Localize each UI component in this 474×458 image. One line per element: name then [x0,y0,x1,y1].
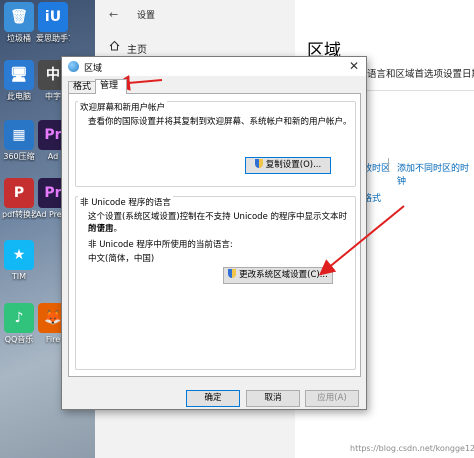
pdf-icon: P [4,178,34,208]
desktop-icon-pdf[interactable]: P pdf转换器 [2,178,36,220]
aisi-icon: iU [38,2,68,32]
region-description: 语言和区域首选项设置日期 [367,69,474,80]
desktop-icon-label: 360压缩 [3,152,35,161]
uac-shield-icon [228,269,237,278]
administrative-panel: 欢迎屏幕和新用户帐户 查看你的国际设置并将其复制到欢迎屏幕、系统帐户和新的用户帐… [68,93,361,377]
desktop: 🗑 垃圾桶 iU 爱思助手7.0 🖥 此电脑 中 中字 ▦ 360压缩 Pr A… [0,0,70,458]
ok-button[interactable]: 确定 [186,390,240,407]
dialog-titlebar[interactable]: 区域 ✕ [62,57,366,76]
desktop-icon-label: TIM [11,272,27,281]
computer-icon: 🖥 [4,60,34,90]
globe-icon [68,61,79,72]
change-timezone-link[interactable]: 改时区 [363,161,390,174]
unicode-group-title: 非 Unicode 程序的语言 [78,196,173,208]
close-icon[interactable]: ✕ [349,59,359,73]
desktop-icon-360zip[interactable]: ▦ 360压缩 [2,120,36,162]
qqmusic-icon: ♪ [4,303,34,333]
change-system-locale-button[interactable]: 更改系统区域设置(C)... [223,267,333,284]
desktop-icon-label: 此电脑 [7,92,31,101]
home-link[interactable]: 主页 [127,41,147,56]
watermark: https://blog.csdn.net/kongge123456 [350,444,474,453]
unicode-description-line2: 的语言。 [88,224,123,234]
unicode-description-line1: 这个设置(系统区域设置)控制在不支持 Unicode 的程序中显示文本时所使用 [88,212,348,234]
welcome-group-title: 欢迎屏幕和新用户帐户 [78,101,168,113]
copy-settings-label: 复制设置(O)... [265,160,322,170]
back-arrow-icon[interactable]: ← [109,8,118,21]
zip-icon: ▦ [4,120,34,150]
current-language-value: 中文(简体，中国) [88,254,155,264]
desktop-icon-aisi[interactable]: iU 爱思助手7.0 [36,2,70,44]
divider [360,90,474,91]
desktop-icon-label: QQ音乐 [4,335,34,344]
change-system-locale-label: 更改系统区域设置(C)... [239,270,328,280]
home-icon[interactable] [109,40,120,54]
divider [388,158,389,172]
desktop-icon-tim[interactable]: ★ TIM [2,240,36,282]
settings-title: 设置 [137,11,156,21]
recycle-bin-icon: 🗑 [4,2,34,32]
cancel-button[interactable]: 取消 [246,390,300,407]
desktop-icon-computer[interactable]: 🖥 此电脑 [2,60,36,102]
welcome-description: 查看你的国际设置并将其复制到欢迎屏幕、系统帐户和新的用户帐户。 [88,117,352,127]
desktop-icon-label: 爱思助手7.0 [36,34,70,43]
dialog-title: 区域 [84,64,103,74]
current-language-label: 非 Unicode 程序中所使用的当前语言: [88,240,233,250]
desktop-icon-recycle[interactable]: 🗑 垃圾桶 [2,2,36,44]
welcome-group: 欢迎屏幕和新用户帐户 查看你的国际设置并将其复制到欢迎屏幕、系统帐户和新的用户帐… [75,101,356,187]
add-clocks-link[interactable]: 添加不同时区的时钟 [397,161,474,187]
tim-icon: ★ [4,240,34,270]
uac-shield-icon [254,159,263,168]
unicode-group: 非 Unicode 程序的语言 这个设置(系统区域设置)控制在不支持 Unico… [75,196,356,370]
desktop-icon-qqmusic[interactable]: ♪ QQ音乐 [2,303,36,345]
apply-button[interactable]: 应用(A) [305,390,359,407]
desktop-icon-label: 垃圾桶 [7,34,31,43]
copy-settings-button[interactable]: 复制设置(O)... [245,157,331,174]
region-dialog: 区域 ✕ 格式 管理 欢迎屏幕和新用户帐户 查看你的国际设置并将其复制到欢迎屏幕… [61,56,367,410]
tab-administrative[interactable]: 管理 [95,79,127,94]
desktop-icon-label: pdf转换器 [2,210,36,219]
